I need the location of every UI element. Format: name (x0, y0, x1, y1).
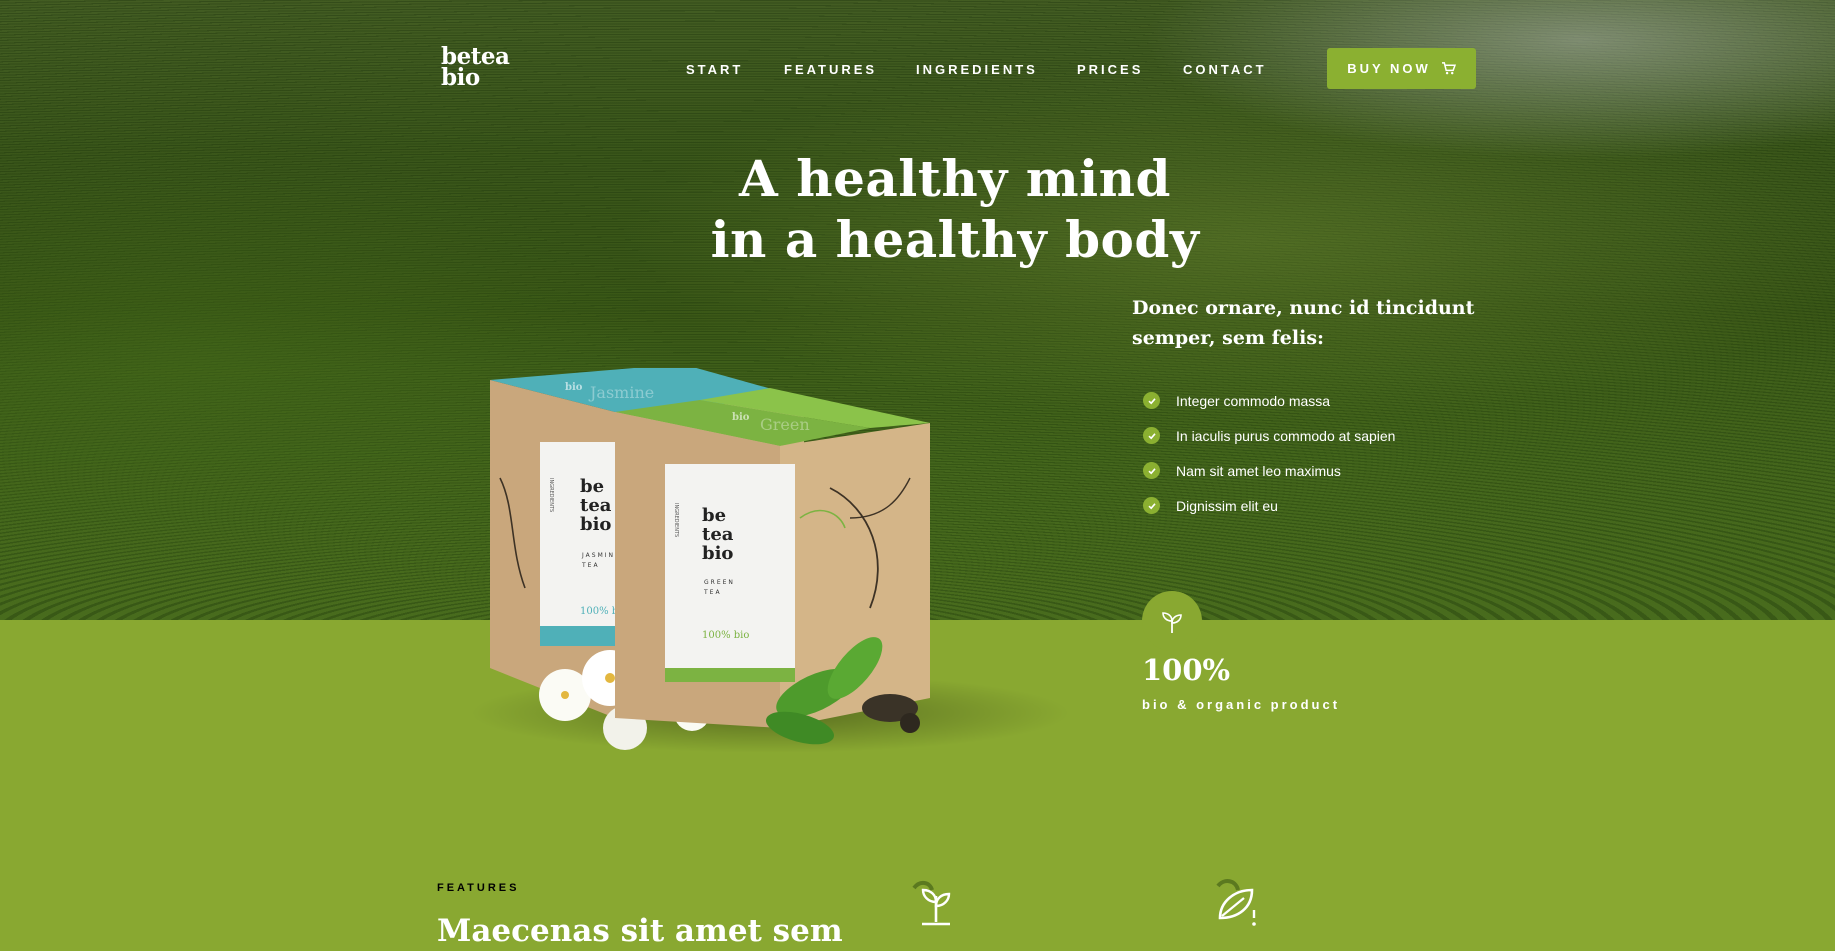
intro-line1: Donec ornare, nunc id tincidunt (1132, 297, 1475, 319)
bullet-item: In iaculis purus commodo at sapien (1143, 418, 1395, 453)
left-box-flavor2: TEA (581, 562, 600, 569)
features-title: Maecenas sit amet sem (437, 913, 843, 949)
nav-ingredients[interactable]: INGREDIENTS (916, 62, 1038, 77)
buy-now-button[interactable]: BUY NOW (1327, 48, 1476, 89)
bullet-item: Nam sit amet leo maximus (1143, 453, 1395, 488)
features-kicker: FEATURES (437, 882, 520, 894)
nav-contact[interactable]: CONTACT (1183, 62, 1267, 77)
left-box-top-logo: bio (565, 382, 583, 393)
hero-intro: Donec ornare, nunc id tincidunt semper, … (1132, 293, 1492, 353)
headline-line1: A healthy mind (739, 149, 1171, 208)
bullet-text: Integer commodo massa (1176, 392, 1331, 409)
nav-features[interactable]: FEATURES (784, 62, 877, 77)
check-icon (1143, 392, 1160, 409)
right-box-flavor2: TEA (703, 589, 722, 596)
buy-now-label: BUY NOW (1347, 61, 1431, 76)
brand-logo-line2: bio (441, 64, 480, 91)
badge-title: 100% (1142, 653, 1231, 687)
left-box-flavor1: JASMINE (581, 552, 621, 559)
check-icon (1143, 462, 1160, 479)
hero-headline: A healthy mind in a healthy body (600, 148, 1310, 270)
brand-logo[interactable]: betea bio (441, 45, 510, 91)
check-icon (1143, 497, 1160, 514)
right-box-top-logo: bio (732, 412, 750, 423)
bullet-text: Nam sit amet leo maximus (1176, 462, 1341, 479)
bullet-item: Integer commodo massa (1143, 383, 1395, 418)
nav-start[interactable]: START (686, 62, 743, 77)
nav-prices[interactable]: PRICES (1077, 62, 1143, 77)
right-box-flavor1: GREEN (704, 579, 735, 586)
left-box-logo-be: be (580, 476, 604, 497)
intro-line2: semper, sem felis: (1132, 327, 1325, 349)
left-box-side-text: INGREDIENTS (548, 478, 554, 512)
headline-line2: in a healthy body (710, 210, 1200, 269)
badge-subtitle: bio & organic product (1142, 697, 1341, 712)
left-box-logo-bio: bio (580, 514, 611, 535)
bullet-item: Dignissim elit eu (1143, 488, 1395, 523)
check-icon (1143, 427, 1160, 444)
right-box-tag: 100% bio (702, 630, 749, 641)
product-image: be tea bio JASMINE TEA 100% bio INGREDIE… (470, 368, 1070, 753)
right-box-logo-tea: tea (702, 524, 734, 545)
plant-icon (912, 881, 951, 926)
left-box-logo-tea: tea (580, 495, 612, 516)
left-box-top-text: Jasmine (588, 383, 654, 402)
sprout-icon (1162, 612, 1182, 633)
right-box-logo-bio: bio (702, 543, 733, 564)
bullet-text: In iaculis purus commodo at sapien (1176, 427, 1396, 444)
green-tea-box: be tea bio GREEN TEA 100% bio INGREDIENT… (615, 388, 930, 728)
leaf-drop-icon (1216, 879, 1256, 926)
badge-icon-circle (1142, 591, 1202, 651)
feature-bullets: Integer commodo massa In iaculis purus c… (1143, 383, 1395, 523)
right-box-side-text: INGREDIENTS (673, 503, 679, 537)
cart-icon (1441, 62, 1456, 75)
right-box-logo-be: be (702, 505, 726, 526)
right-box-top-text: Green (760, 415, 810, 434)
bullet-text: Dignissim elit eu (1176, 497, 1278, 514)
